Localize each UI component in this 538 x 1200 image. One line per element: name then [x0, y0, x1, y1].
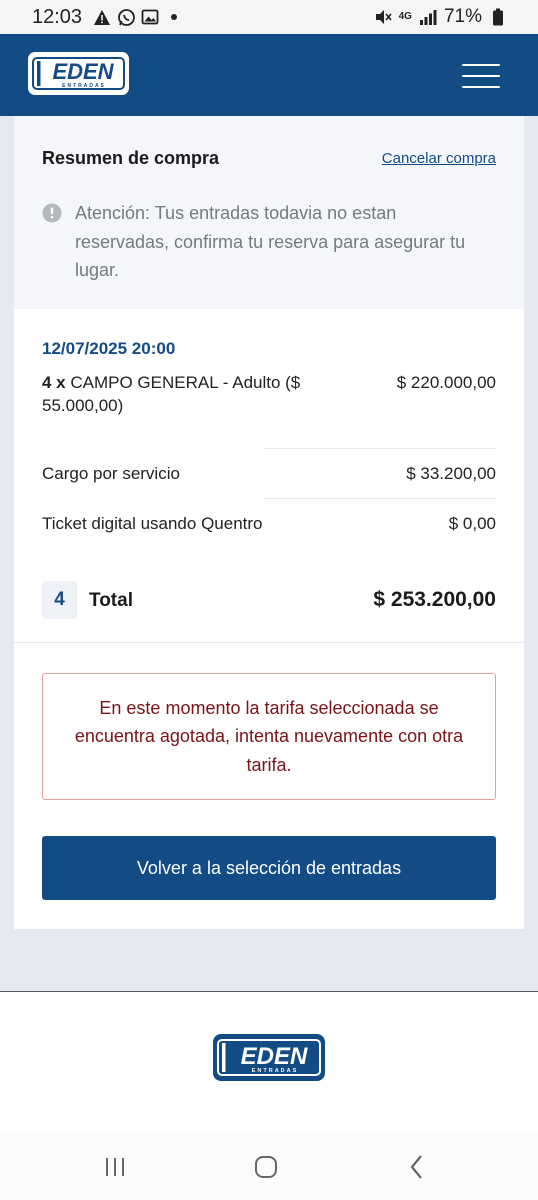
system-navigation-bar: [0, 1132, 538, 1200]
ticket-name: CAMPO GENERAL - Adulto ($ 55.000,00): [42, 373, 301, 415]
back-icon[interactable]: [400, 1150, 434, 1184]
hamburger-menu-icon[interactable]: [462, 64, 500, 88]
gallery-icon: [140, 7, 160, 27]
footer-logo-mark: EDEN ENTRADAS: [217, 1039, 321, 1076]
total-value: $ 253.200,00: [373, 588, 496, 611]
logo-text: EDEN: [52, 59, 114, 84]
battery-level: 71%: [443, 6, 482, 27]
ticket-price: $ 220.000,00: [396, 373, 496, 392]
footer-logo-text: EDEN: [241, 1043, 308, 1070]
sold-out-error-message: En este momento la tarifa seleccionada s…: [74, 697, 464, 775]
app-header: EDEN ENTRADAS: [0, 34, 538, 116]
row-divider: [264, 498, 496, 499]
back-to-ticket-selection-button[interactable]: Volver a la selección de entradas: [42, 836, 496, 900]
row-divider: [264, 448, 496, 449]
total-quantity-badge: 4: [42, 581, 77, 619]
footer-eden-logo[interactable]: EDEN ENTRADAS: [213, 1034, 325, 1081]
summary-header: Resumen de compra Cancelar compra Atenci…: [14, 116, 524, 309]
signal-icon: [418, 7, 438, 27]
total-label: Total: [89, 590, 133, 611]
digital-ticket-value: $ 0,00: [448, 514, 496, 533]
eden-logo-mark: EDEN ENTRADAS: [32, 57, 125, 90]
dot-icon: [164, 7, 184, 27]
digital-ticket-label: Ticket digital usando Quentro: [42, 514, 263, 533]
section-divider: [14, 642, 524, 643]
sold-out-error-box: En este momento la tarifa seleccionada s…: [42, 673, 496, 800]
service-fee-value: $ 33.200,00: [406, 464, 496, 483]
reservation-notice: Atención: Tus entradas todavia no estan …: [75, 203, 466, 280]
page-footer: EDEN ENTRADAS: [0, 991, 538, 1132]
status-notification-icons: [92, 7, 184, 27]
recents-icon[interactable]: [98, 1150, 132, 1184]
ticket-description: 4 x CAMPO GENERAL - Adulto ($ 55.000,00): [42, 371, 332, 417]
purchase-summary-card: Resumen de compra Cancelar compra Atenci…: [14, 116, 524, 929]
status-bar: 12:03 4G 71%: [0, 0, 538, 34]
event-datetime: 12/07/2025 20:00: [42, 339, 176, 358]
info-circle-icon: [42, 203, 62, 223]
summary-title: Resumen de compra: [42, 148, 220, 168]
eden-logo[interactable]: EDEN ENTRADAS: [28, 52, 129, 95]
status-time: 12:03: [32, 5, 83, 28]
battery-icon: [488, 7, 508, 27]
cancel-purchase-link[interactable]: Cancelar compra: [382, 150, 496, 167]
network-type: 4G: [398, 11, 412, 22]
footer-logo-subtext: ENTRADAS: [252, 1068, 299, 1074]
warning-icon: [92, 7, 112, 27]
whatsapp-icon: [116, 7, 136, 27]
ticket-quantity: 4 x: [42, 373, 66, 392]
status-system-icons: 4G 71%: [373, 6, 508, 28]
home-icon[interactable]: [249, 1150, 283, 1184]
service-fee-label: Cargo por servicio: [42, 464, 180, 483]
mute-icon: [373, 7, 393, 27]
logo-subtext: ENTRADAS: [62, 83, 106, 89]
